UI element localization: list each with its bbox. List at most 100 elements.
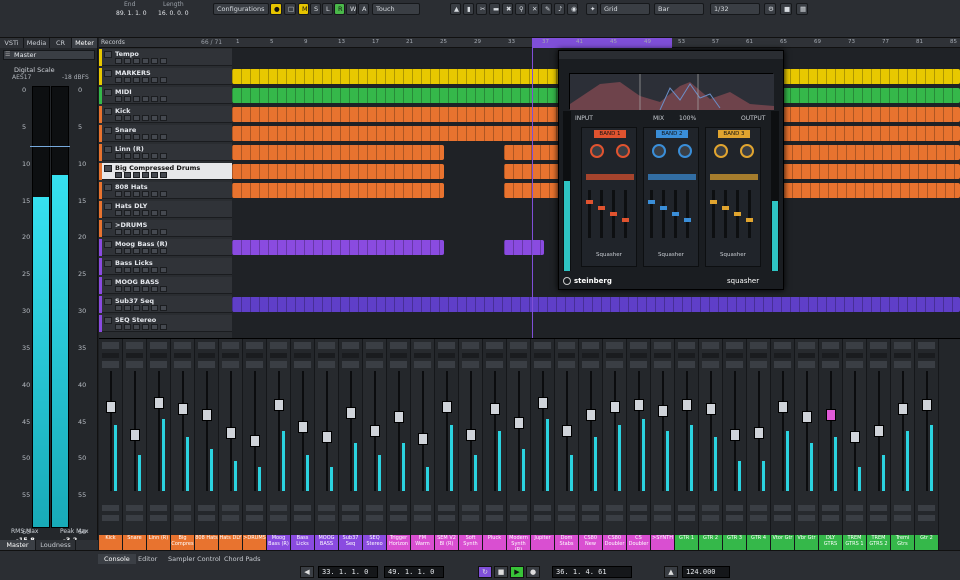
send-button[interactable]	[222, 515, 239, 521]
volume-readout[interactable]	[245, 495, 265, 501]
send-button[interactable]	[774, 515, 791, 521]
track-control-button[interactable]	[115, 229, 122, 235]
send-button[interactable]	[366, 515, 383, 521]
channel-input-select[interactable]	[510, 342, 527, 349]
channel-name[interactable]: SEQ Stereo	[363, 535, 386, 551]
track-control-button[interactable]	[115, 153, 122, 159]
channel-input-select[interactable]	[774, 342, 791, 349]
send-button[interactable]	[510, 515, 527, 521]
volume-readout[interactable]	[365, 495, 385, 501]
track-control-button[interactable]	[115, 115, 122, 121]
band-slider[interactable]	[734, 190, 741, 238]
insert-button[interactable]	[174, 505, 191, 511]
pan-slider[interactable]	[894, 353, 911, 358]
channel-input-select[interactable]	[606, 342, 623, 349]
track-control-button[interactable]	[115, 77, 122, 83]
pan-slider[interactable]	[174, 353, 191, 358]
mute-button[interactable]	[104, 165, 112, 172]
channel-input-select[interactable]	[414, 342, 431, 349]
channel-input-select[interactable]	[822, 342, 839, 349]
track-control-button[interactable]	[160, 286, 167, 292]
mute-solo-buttons[interactable]	[918, 361, 935, 368]
mute-solo-buttons[interactable]	[534, 361, 551, 368]
window-layout-icon[interactable]: ▦	[796, 3, 808, 15]
insert-button[interactable]	[726, 505, 743, 511]
arrange-clip[interactable]	[232, 183, 444, 198]
channel-name[interactable]: Trigger Horizon	[387, 535, 410, 551]
channel-name[interactable]: Gtr 2	[915, 535, 938, 551]
channel-name[interactable]: Jupiter	[531, 535, 554, 551]
channel-input-select[interactable]	[246, 342, 263, 349]
mute-button[interactable]	[104, 203, 112, 210]
pan-slider[interactable]	[774, 353, 791, 358]
arrange-clip[interactable]	[232, 297, 960, 312]
track-control-button[interactable]	[124, 229, 131, 235]
pan-slider[interactable]	[270, 353, 287, 358]
send-button[interactable]	[390, 515, 407, 521]
channel-name[interactable]: Sub37 Seq	[339, 535, 362, 551]
channel-input-select[interactable]	[726, 342, 743, 349]
mute-solo-buttons[interactable]	[678, 361, 695, 368]
channel-input-select[interactable]	[630, 342, 647, 349]
arrange-clip[interactable]	[232, 240, 444, 255]
tempo-field[interactable]: 124.000	[682, 566, 730, 578]
position-field[interactable]: 36. 1. 4. 61	[552, 566, 632, 578]
channel-input-select[interactable]	[390, 342, 407, 349]
band-label[interactable]: BAND 3	[718, 130, 750, 138]
pan-slider[interactable]	[222, 353, 239, 358]
tab-meter[interactable]: Meter	[72, 38, 98, 48]
track-control-button[interactable]	[142, 324, 149, 330]
mute-button[interactable]	[104, 146, 112, 153]
band-slider[interactable]	[598, 190, 605, 238]
mute-solo-buttons[interactable]	[606, 361, 623, 368]
track-control-button[interactable]	[133, 305, 140, 311]
arrange-clip[interactable]	[232, 145, 444, 160]
channel-name[interactable]: Tremi Gtrs	[891, 535, 914, 551]
insert-button[interactable]	[870, 505, 887, 511]
track-control-button[interactable]	[160, 305, 167, 311]
track-control-button[interactable]	[124, 248, 131, 254]
fader-handle[interactable]	[298, 421, 308, 433]
volume-readout[interactable]	[317, 495, 337, 501]
insert-button[interactable]	[222, 505, 239, 511]
track-control-button[interactable]	[124, 58, 131, 64]
mute-solo-buttons[interactable]	[630, 361, 647, 368]
channel-name[interactable]: GTR 3	[723, 535, 746, 551]
snap-icon[interactable]: ✦	[586, 3, 598, 15]
pan-slider[interactable]	[702, 353, 719, 358]
mute-solo-buttons[interactable]	[174, 361, 191, 368]
band-slider[interactable]	[722, 190, 729, 238]
track-control-button[interactable]	[124, 324, 131, 330]
channel-input-select[interactable]	[222, 342, 239, 349]
track-control-button[interactable]	[124, 96, 131, 102]
track-control-button[interactable]	[160, 153, 167, 159]
channel-name[interactable]: FM Warm	[411, 535, 434, 551]
volume-readout[interactable]	[293, 495, 313, 501]
track-control-button[interactable]	[160, 172, 167, 178]
channel-input-select[interactable]	[126, 342, 143, 349]
fader-handle[interactable]	[154, 397, 164, 409]
channel-input-select[interactable]	[150, 342, 167, 349]
send-button[interactable]	[846, 515, 863, 521]
send-button[interactable]	[126, 515, 143, 521]
quantize-select[interactable]: 1/32	[710, 3, 760, 15]
track-control-button[interactable]	[124, 286, 131, 292]
channel-input-select[interactable]	[702, 342, 719, 349]
pan-slider[interactable]	[414, 353, 431, 358]
length-value[interactable]: 16. 0. 0. 0	[158, 10, 189, 17]
send-button[interactable]	[174, 515, 191, 521]
insert-button[interactable]	[102, 505, 119, 511]
send-button[interactable]	[534, 515, 551, 521]
mute-button[interactable]	[104, 127, 112, 134]
volume-readout[interactable]	[605, 495, 625, 501]
track-control-button[interactable]	[133, 324, 140, 330]
pan-slider[interactable]	[870, 353, 887, 358]
band-slider[interactable]	[660, 190, 667, 238]
end-value[interactable]: 89. 1. 1. 0	[116, 10, 147, 17]
volume-readout[interactable]	[125, 495, 145, 501]
fader-handle[interactable]	[130, 429, 140, 441]
pan-slider[interactable]	[654, 353, 671, 358]
track-control-button[interactable]	[142, 305, 149, 311]
insert-button[interactable]	[318, 505, 335, 511]
channel-input-select[interactable]	[486, 342, 503, 349]
